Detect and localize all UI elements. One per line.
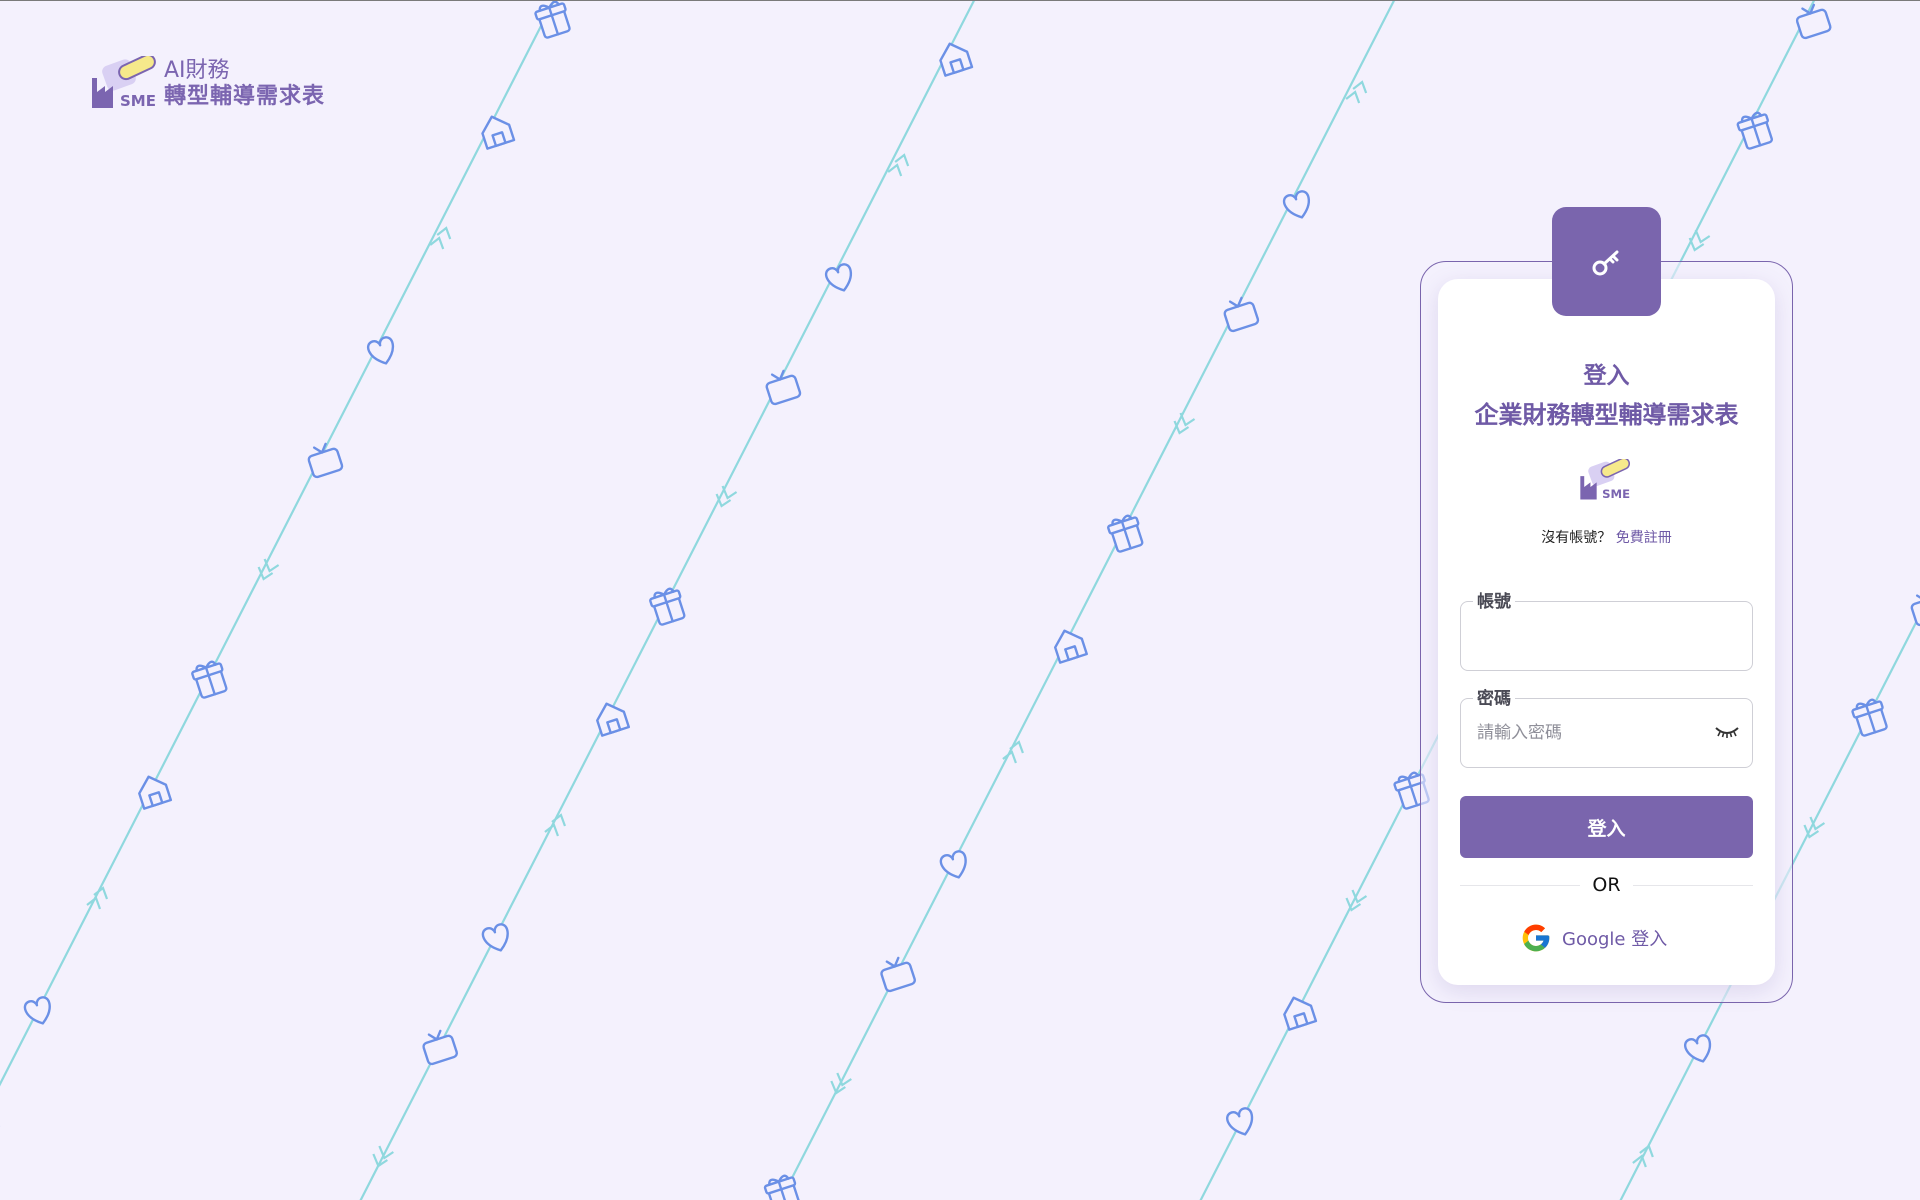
gift-icon — [1107, 514, 1144, 553]
heart-icon — [1226, 1107, 1254, 1136]
chevron-icon — [257, 558, 280, 581]
house-icon — [1053, 629, 1088, 664]
house-icon — [481, 115, 516, 150]
house-icon — [939, 42, 974, 77]
username-label: 帳號 — [1473, 587, 1515, 612]
chevron-icon — [372, 1145, 394, 1168]
gift-icon — [649, 587, 686, 626]
svg-text:SME: SME — [1602, 487, 1630, 501]
login-title: 登入 — [1583, 363, 1630, 389]
sme-factory-logo-icon: SME — [1580, 457, 1630, 501]
heart-icon — [23, 996, 51, 1025]
google-icon — [1522, 924, 1550, 952]
gift-icon — [1851, 698, 1888, 737]
heart-icon — [366, 336, 395, 365]
brand-title-line2: 轉型輔導需求表 — [164, 84, 326, 109]
password-field: 密碼 — [1460, 684, 1753, 768]
signup-link[interactable]: 免費註冊 — [1616, 530, 1672, 546]
password-input[interactable] — [1477, 717, 1707, 749]
tv-icon — [880, 956, 916, 993]
tv-icon — [1910, 590, 1920, 627]
svg-text:SME: SME — [120, 92, 156, 110]
tv-icon — [307, 442, 344, 479]
gift-icon — [191, 660, 228, 699]
brand-title-line1: AI財務 — [164, 58, 230, 83]
password-label: 密碼 — [1473, 684, 1515, 709]
login-subtitle: 企業財務轉型輔導需求表 — [1474, 401, 1739, 429]
chevron-icon — [830, 1072, 852, 1095]
heart-icon — [939, 850, 967, 879]
signup-prompt-text: 沒有帳號？ — [1541, 530, 1612, 546]
sme-factory-logo-icon: SME — [92, 56, 156, 110]
card-logo: SME — [1578, 457, 1634, 505]
google-login-label: Google 登入 — [1562, 929, 1668, 950]
signup-prompt: 沒有帳號？ 免費註冊 — [1438, 527, 1775, 547]
or-divider: OR — [1460, 873, 1753, 897]
chevron-icon — [1345, 80, 1368, 104]
chevron-icon — [887, 153, 910, 177]
brand-logo[interactable]: SME AI財務 轉型輔導需求表 — [90, 56, 325, 110]
heart-icon — [824, 263, 852, 292]
heart-icon — [1282, 190, 1310, 219]
username-input[interactable] — [1477, 620, 1707, 652]
eye-closed-icon[interactable] — [1714, 723, 1740, 741]
gift-icon — [534, 1, 571, 39]
heart-icon — [481, 923, 509, 952]
username-field: 帳號 — [1460, 587, 1753, 671]
house-icon — [1283, 996, 1318, 1031]
pattern-line — [0, 1, 556, 1087]
key-icon — [1592, 250, 1618, 275]
login-button[interactable]: 登入 — [1460, 796, 1753, 858]
gift-icon — [763, 1174, 801, 1200]
tv-icon — [1795, 3, 1832, 40]
tv-icon — [422, 1029, 459, 1066]
divider-line — [1633, 885, 1753, 886]
house-icon — [138, 775, 173, 810]
google-login-button[interactable]: Google 登入 — [1520, 919, 1667, 957]
heart-icon — [1684, 1034, 1712, 1063]
house-icon — [596, 702, 631, 737]
chevron-icon — [1632, 1144, 1654, 1168]
key-badge — [1552, 207, 1661, 316]
